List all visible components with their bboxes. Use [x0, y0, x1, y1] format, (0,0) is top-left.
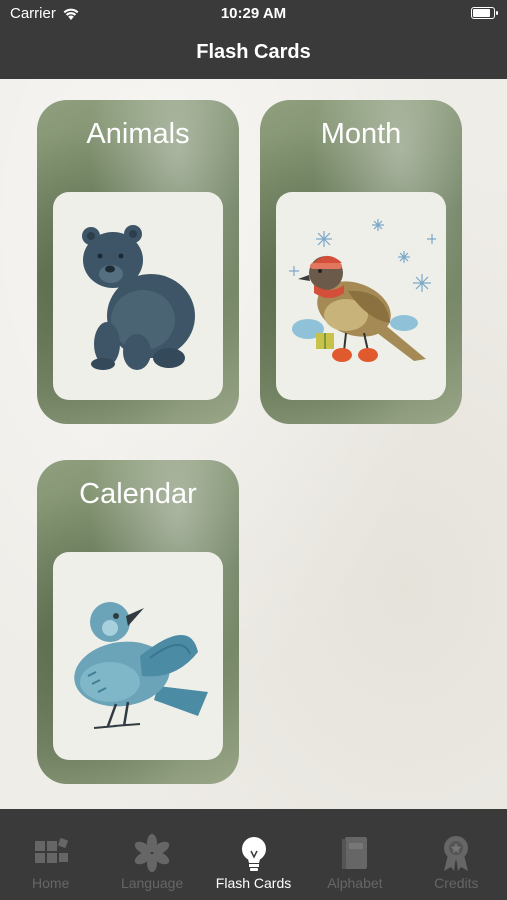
tab-credits[interactable]: Credits: [406, 809, 507, 900]
card-image-frame: [276, 192, 446, 400]
bear-illustration: [82, 225, 195, 370]
card-title: Calendar: [79, 478, 197, 510]
card-title: Animals: [86, 118, 190, 150]
card-animals[interactable]: Animals: [37, 100, 239, 424]
tab-alphabet[interactable]: Alphabet: [304, 809, 405, 900]
card-calendar[interactable]: Calendar: [37, 460, 239, 784]
battery-icon: [471, 7, 498, 19]
tab-label: Flash Cards: [215, 875, 292, 891]
card-image-frame: [53, 192, 223, 400]
book-icon: [341, 837, 367, 869]
tab-label: Home: [32, 875, 70, 891]
asterisk-icon: [134, 834, 170, 872]
tab-flash-cards[interactable]: Flash Cards: [203, 809, 304, 900]
ribbon-icon: [444, 836, 469, 871]
nav-bar: Flash Cards: [0, 28, 507, 79]
tab-label: Language: [120, 875, 184, 891]
status-time: 10:29 AM: [220, 5, 287, 22]
lightbulb-icon: [241, 837, 266, 871]
card-image-frame: [53, 552, 223, 760]
card-title: Month: [320, 118, 402, 150]
page-title: Flash Cards: [196, 41, 311, 63]
blocks-icon: [34, 837, 68, 863]
winter-bird-illustration: [289, 219, 436, 362]
card-month[interactable]: Month: [260, 100, 462, 424]
blue-bird-illustration: [74, 602, 208, 729]
tab-label: Credits: [434, 875, 479, 891]
flash-card-grid: Animals Month Calendar: [0, 79, 507, 809]
tab-language[interactable]: Language: [101, 809, 202, 900]
tab-home[interactable]: Home: [0, 809, 101, 900]
tab-bar: Home Language Flash Cards Alphabet Credi…: [0, 809, 507, 900]
status-bar: Carrier 10:29 AM: [0, 0, 507, 28]
tab-label: Alphabet: [327, 875, 383, 891]
